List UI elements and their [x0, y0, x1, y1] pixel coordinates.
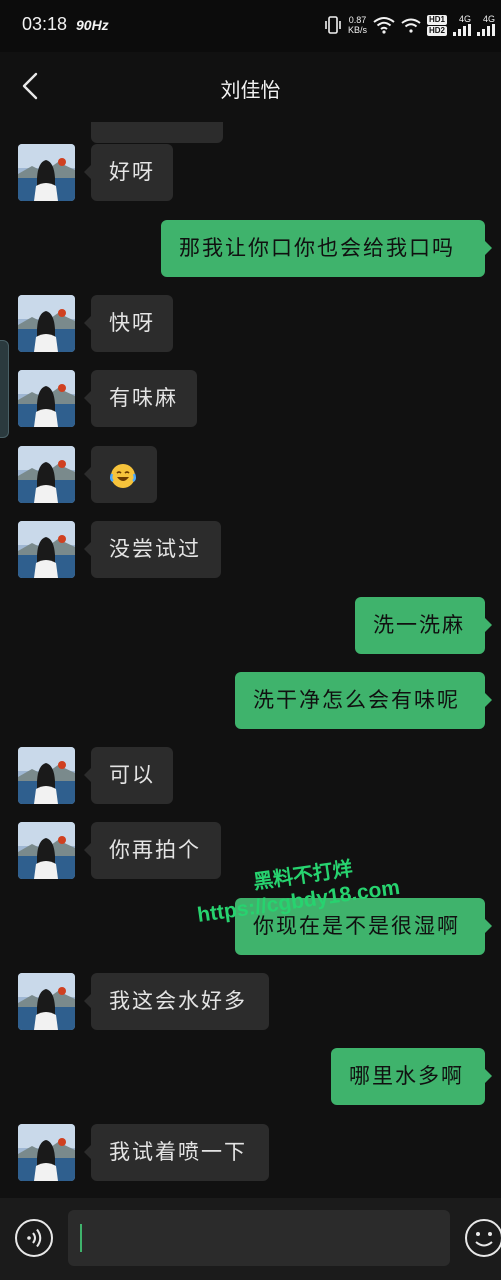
outgoing-bubble[interactable]: 你现在是不是很湿啊 — [235, 898, 492, 955]
refresh-rate-indicator: 90Hz — [76, 17, 109, 33]
contact-avatar[interactable] — [18, 295, 75, 352]
contact-avatar[interactable] — [18, 521, 75, 578]
vibrate-icon — [325, 16, 341, 34]
incoming-bubble[interactable]: 我试着喷一下 — [84, 1124, 269, 1181]
contact-name: 刘佳怡 — [220, 78, 281, 102]
incoming-bubble-partial[interactable] — [91, 122, 223, 143]
network-speed-unit: KB/s — [347, 25, 367, 35]
message-text: 快呀 — [109, 311, 155, 335]
message-text: 洗干净怎么会有味呢 — [253, 688, 460, 712]
message-text: 可以 — [109, 763, 155, 787]
network-speed-value: 0.87 — [348, 15, 367, 25]
message-text: 有味麻 — [109, 386, 178, 410]
smiley-face-icon — [465, 1219, 501, 1257]
incoming-bubble[interactable]: 好呀 — [84, 144, 173, 201]
text-cursor — [80, 1224, 82, 1252]
laughing-crying-emoji — [110, 463, 136, 488]
incoming-bubble[interactable]: 快呀 — [84, 295, 173, 352]
voice-input-icon — [15, 1219, 53, 1257]
status-bar: 03:18 90Hz 0.87 KB/s HD1 HD2 4G 4G — [0, 0, 501, 52]
message-text: 你再拍个 — [109, 838, 201, 862]
outgoing-bubble[interactable]: 洗干净怎么会有味呢 — [235, 672, 492, 729]
avatar-photo — [18, 144, 75, 201]
avatar-photo — [18, 1124, 75, 1181]
signal-bars-icon — [477, 24, 495, 36]
avatar-photo — [18, 822, 75, 879]
status-icons: 0.87 KB/s HD1 HD2 4G 4G — [324, 12, 495, 38]
message-text: 好呀 — [109, 160, 155, 184]
message-text: 洗一洗麻 — [373, 613, 465, 637]
signal-2: 4G — [477, 14, 495, 36]
wifi-icon-secondary — [401, 18, 421, 33]
contact-avatar[interactable] — [18, 144, 75, 201]
input-bar — [0, 1198, 501, 1280]
avatar-photo — [18, 521, 75, 578]
contact-avatar[interactable] — [18, 370, 75, 427]
outgoing-bubble[interactable]: 洗一洗麻 — [355, 597, 492, 654]
message-text: 那我让你口你也会给我口吗 — [179, 236, 455, 260]
incoming-bubble[interactable]: 可以 — [84, 747, 173, 804]
signal-1: 4G — [453, 14, 471, 36]
avatar-photo — [18, 370, 75, 427]
avatar-photo — [18, 747, 75, 804]
hd-badges: HD1 HD2 — [426, 14, 447, 36]
network-type-2: 4G — [482, 14, 495, 24]
message-text: 我试着喷一下 — [109, 1140, 247, 1164]
incoming-bubble[interactable]: 你再拍个 — [84, 822, 221, 879]
outgoing-bubble[interactable]: 那我让你口你也会给我口吗 — [161, 220, 492, 277]
incoming-bubble[interactable]: 我这会水好多 — [84, 973, 269, 1030]
message-text: 没尝试过 — [109, 537, 201, 561]
voice-input-button[interactable] — [14, 1218, 54, 1258]
network-speed: 0.87 KB/s — [348, 15, 367, 35]
contact-avatar[interactable] — [18, 747, 75, 804]
message-input[interactable] — [68, 1210, 450, 1266]
status-time: 03:18 — [22, 14, 68, 34]
message-text: 你现在是不是很湿啊 — [253, 914, 460, 938]
hd1-badge: HD1 — [426, 14, 447, 25]
message-text: 哪里水多啊 — [349, 1064, 464, 1088]
contact-avatar[interactable] — [18, 973, 75, 1030]
wifi-icon — [373, 17, 395, 34]
contact-avatar[interactable] — [18, 446, 75, 503]
network-type-1: 4G — [458, 14, 471, 24]
contact-avatar[interactable] — [18, 122, 75, 143]
incoming-bubble[interactable]: 没尝试过 — [84, 521, 221, 578]
chat-header: 刘佳怡 — [0, 52, 501, 122]
avatar-photo — [18, 973, 75, 1030]
avatar-photo — [18, 295, 75, 352]
contact-avatar[interactable] — [18, 1124, 75, 1181]
message-list[interactable]: 好呀那我让你口你也会给我口吗快呀有味麻没尝试过洗一洗麻洗干净怎么会有味呢可以你再… — [0, 122, 501, 1198]
incoming-bubble[interactable]: 有味麻 — [84, 370, 197, 427]
emoji-button[interactable] — [464, 1218, 501, 1258]
signal-bars-icon — [453, 24, 471, 36]
hd2-badge: HD2 — [426, 25, 447, 36]
incoming-bubble[interactable] — [84, 446, 157, 503]
avatar-photo — [18, 446, 75, 503]
contact-avatar[interactable] — [18, 822, 75, 879]
message-text: 我这会水好多 — [109, 989, 247, 1013]
outgoing-bubble[interactable]: 哪里水多啊 — [331, 1048, 492, 1105]
